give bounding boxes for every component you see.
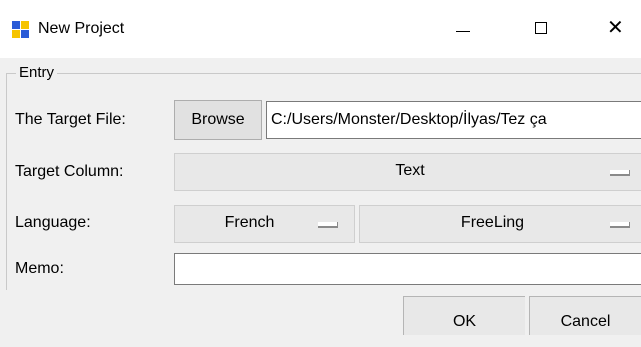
dropdown-indicator-icon: [318, 222, 338, 228]
dropdown-indicator-icon: [610, 222, 630, 228]
title-bar: New Project ✕: [0, 0, 641, 58]
language-label: Language:: [15, 214, 91, 231]
target-file-field[interactable]: C:/Users/Monster/Desktop/İlyas/Tez ça: [266, 101, 641, 139]
ok-button[interactable]: OK: [403, 296, 525, 335]
target-column-label: Target Column:: [15, 163, 124, 180]
language-dropdown[interactable]: French: [174, 205, 355, 243]
memo-label: Memo:: [15, 260, 64, 277]
maximize-button[interactable]: [518, 0, 565, 58]
cancel-button[interactable]: Cancel: [529, 296, 641, 335]
dropdown-indicator-icon: [610, 170, 630, 176]
target-column-value: Text: [395, 162, 425, 179]
target-column-dropdown[interactable]: Text: [174, 153, 641, 191]
entry-legend: Entry: [16, 63, 58, 83]
minimize-button[interactable]: [440, 0, 487, 58]
window-title: New Project: [38, 20, 125, 37]
tool-dropdown[interactable]: FreeLing: [359, 205, 641, 243]
app-grid-icon: [12, 21, 29, 38]
memo-field[interactable]: [174, 253, 641, 285]
browse-button[interactable]: Browse: [174, 100, 262, 140]
close-icon: ✕: [607, 17, 624, 39]
target-file-label: The Target File:: [15, 111, 126, 128]
language-value: French: [224, 214, 275, 231]
tool-value: FreeLing: [460, 214, 525, 231]
minimize-icon: [456, 31, 470, 32]
close-button[interactable]: ✕: [594, 0, 641, 58]
maximize-icon: [535, 22, 547, 34]
